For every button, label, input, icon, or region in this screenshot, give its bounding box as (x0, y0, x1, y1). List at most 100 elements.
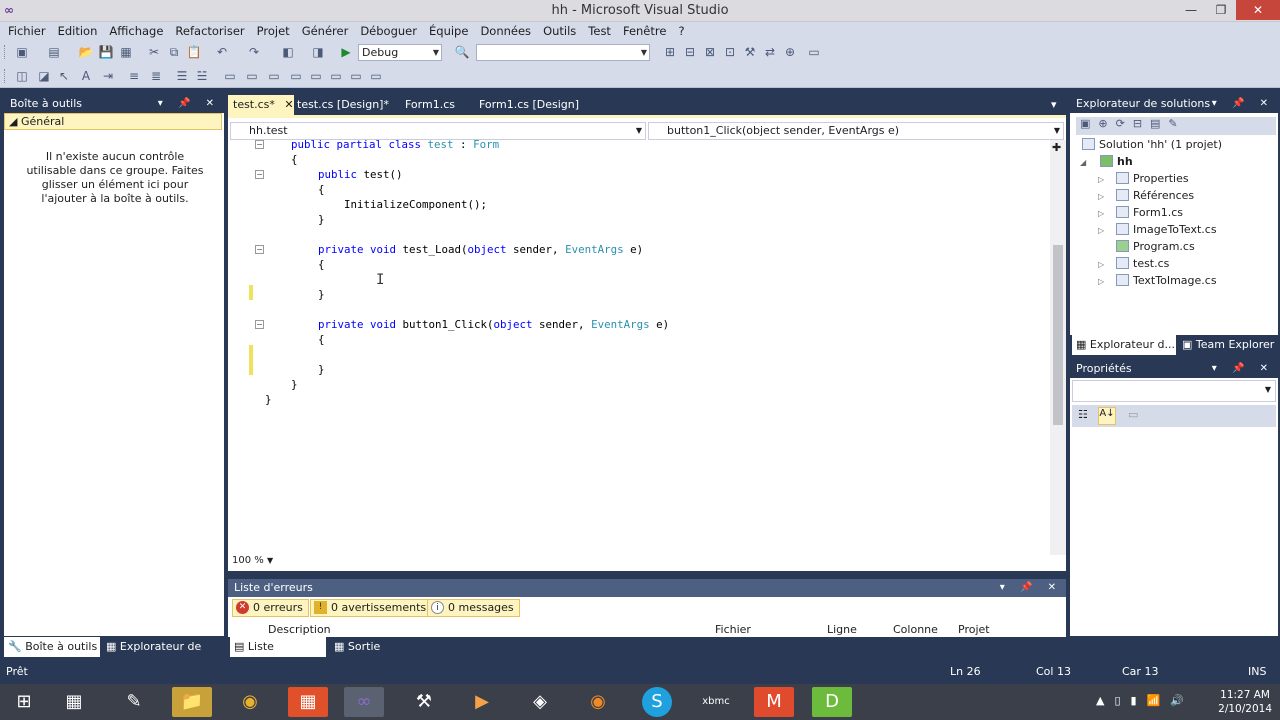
tab-team-explorer[interactable]: ▣ Team Explorer (1178, 335, 1278, 355)
tree-item-program[interactable]: Program.cs (1116, 239, 1195, 255)
tools-icon[interactable]: ⚒ (742, 44, 758, 60)
messages-filter-button[interactable]: i0 messages (427, 599, 520, 617)
undo-icon[interactable]: ↶ (214, 44, 230, 60)
navigate-forward-icon[interactable]: ◨ (310, 44, 326, 60)
object-browser-icon[interactable]: ⊠ (702, 44, 718, 60)
new-project-icon[interactable]: ▣ (14, 44, 30, 60)
visual-studio-icon[interactable]: ∞ (344, 687, 384, 717)
solution-config-select[interactable]: Debug ▼ (358, 44, 442, 61)
minimize-button[interactable]: — (1176, 0, 1206, 20)
increase-indent-icon[interactable]: ≣ (148, 68, 164, 84)
bookmark-icon[interactable]: ▭ (222, 68, 238, 84)
expand-arrow-icon[interactable]: ▷ (1098, 175, 1104, 184)
expand-arrow-icon[interactable]: ▷ (1098, 277, 1104, 286)
windows-start-icon[interactable]: ⊞ (4, 687, 44, 717)
property-pages-icon[interactable]: ▭ (1128, 408, 1138, 421)
tab-sortie[interactable]: ▦ Sortie (330, 637, 390, 657)
column-description[interactable]: Description (268, 623, 331, 636)
tab-liste-erreurs[interactable]: ▤ Liste d'erreurs (230, 637, 326, 673)
column-colonne[interactable]: Colonne (893, 623, 938, 636)
tab-test-cs[interactable]: test.cs* ✕ (228, 95, 294, 115)
menu-deboguer[interactable]: Déboguer (354, 22, 423, 40)
menu-edition[interactable]: Edition (52, 22, 104, 40)
menu-fenetre[interactable]: Fenêtre (617, 22, 672, 40)
menu-donnees[interactable]: Données (474, 22, 537, 40)
next-bookmark-icon[interactable]: ▭ (266, 68, 282, 84)
collapse-icon[interactable]: − (255, 140, 264, 149)
media-player-icon[interactable]: ▶ (462, 687, 502, 717)
zoom-level[interactable]: 100 % (232, 555, 264, 566)
menu-fichier[interactable]: Fichier (0, 22, 52, 40)
paste-icon[interactable]: 📋 (186, 44, 202, 60)
toolbar-grip[interactable] (4, 69, 7, 83)
tab-overflow-icon[interactable]: ▾ (1046, 95, 1062, 115)
menu-help[interactable]: ? (672, 22, 690, 40)
menu-projet[interactable]: Projet (251, 22, 296, 40)
maximize-button[interactable]: ❐ (1206, 0, 1236, 20)
menu-affichage[interactable]: Affichage (103, 22, 169, 40)
extensions-icon[interactable]: ⊕ (782, 44, 798, 60)
quick-info-icon[interactable]: ↖ (56, 68, 72, 84)
panel-controls[interactable]: ▾ 📌 ✕ (1212, 360, 1274, 378)
next-bookmark-folder-icon[interactable]: ▭ (308, 68, 324, 84)
column-ligne[interactable]: Ligne (827, 623, 857, 636)
tree-item-texttoimage[interactable]: TextToImage.cs (1116, 273, 1217, 289)
panel-controls[interactable]: ▾ 📌 ✕ (1000, 579, 1062, 597)
find-in-files-icon[interactable]: 🔍 (454, 44, 470, 60)
window-layout-icon[interactable]: ▭ (806, 44, 822, 60)
save-icon[interactable]: 💾 (98, 44, 114, 60)
tab-explorateur-solutions[interactable]: ▦ Explorateur d... (1072, 335, 1176, 355)
toolbox-group-general[interactable]: ◢ Général (4, 113, 222, 130)
expand-arrow-icon[interactable]: ▷ (1098, 226, 1104, 235)
decrease-indent-icon[interactable]: ≡ (126, 68, 142, 84)
tab-form1-cs-design[interactable]: Form1.cs [Design] (474, 95, 584, 115)
collapse-icon[interactable]: − (255, 320, 264, 329)
tree-solution[interactable]: Solution 'hh' (1 projet) (1082, 137, 1222, 153)
expand-arrow-icon[interactable]: ▷ (1098, 209, 1104, 218)
start-page-icon[interactable]: ⇄ (762, 44, 778, 60)
mcafee-icon[interactable]: M (754, 687, 794, 717)
expand-arrow-icon[interactable]: ▷ (1098, 192, 1104, 201)
tree-project-hh[interactable]: hh (1100, 154, 1133, 170)
solution-explorer-toolbar[interactable]: ▣⊕⟳⊟▤✎ (1076, 117, 1276, 135)
find-combo[interactable]: ▼ (476, 44, 650, 61)
office-icon[interactable]: ▦ (288, 687, 328, 717)
system-clock[interactable]: 11:27 AM 2/10/2014 (1218, 688, 1272, 716)
menu-equipe[interactable]: Équipe (423, 22, 474, 40)
tab-boite-a-outils[interactable]: 🔧 Boîte à outils (4, 637, 100, 657)
menu-outils[interactable]: Outils (537, 22, 582, 40)
menu-refactoriser[interactable]: Refactoriser (169, 22, 250, 40)
tab-explorateur-serveurs[interactable]: ▦ Explorateur de ser... (102, 637, 224, 673)
open-file-icon[interactable]: 📂 (78, 44, 94, 60)
prev-bookmark-folder-icon[interactable]: ▭ (288, 68, 304, 84)
paint-icon[interactable]: ◈ (520, 687, 560, 717)
collapse-icon[interactable]: − (255, 170, 264, 179)
copy-icon[interactable]: ⧉ (166, 44, 182, 60)
cut-icon[interactable]: ✂ (146, 44, 162, 60)
menu-test[interactable]: Test (582, 22, 617, 40)
toolbar-grip[interactable] (4, 45, 7, 59)
parameter-info-icon[interactable]: ◪ (36, 68, 52, 84)
panel-controls[interactable]: ▾ 📌 ✕ (158, 95, 220, 113)
next-bookmark-doc-icon[interactable]: ▭ (348, 68, 364, 84)
firefox-icon[interactable]: ◉ (578, 687, 618, 717)
vertical-scrollbar[interactable]: ✚ (1050, 140, 1066, 555)
save-all-icon[interactable]: ▦ (118, 44, 134, 60)
indent-icon[interactable]: ⇥ (100, 68, 116, 84)
xbmc-icon[interactable]: xbmc (696, 687, 736, 717)
dfx-icon[interactable]: D (812, 687, 852, 717)
file-explorer-icon[interactable]: 📁 (172, 687, 212, 717)
scrollbar-thumb[interactable] (1053, 245, 1063, 425)
alphabetical-icon[interactable]: A↓ (1098, 407, 1116, 425)
calculator-icon[interactable]: ▦ (54, 687, 94, 717)
column-fichier[interactable]: Fichier (715, 623, 751, 636)
collapse-arrow-icon[interactable]: ◢ (1080, 158, 1086, 167)
categorized-icon[interactable]: ☷ (1078, 408, 1088, 421)
notepad-icon[interactable]: ✎ (114, 687, 154, 717)
member-navigation-combo[interactable]: button1_Click(object sender, EventArgs e… (648, 122, 1064, 140)
split-icon[interactable]: ✚ (1052, 141, 1061, 154)
skype-icon[interactable]: S (642, 687, 672, 717)
properties-icon[interactable]: ⊟ (682, 44, 698, 60)
navigate-back-icon[interactable]: ◧ (280, 44, 296, 60)
comment-out-icon[interactable]: ☰ (174, 68, 190, 84)
